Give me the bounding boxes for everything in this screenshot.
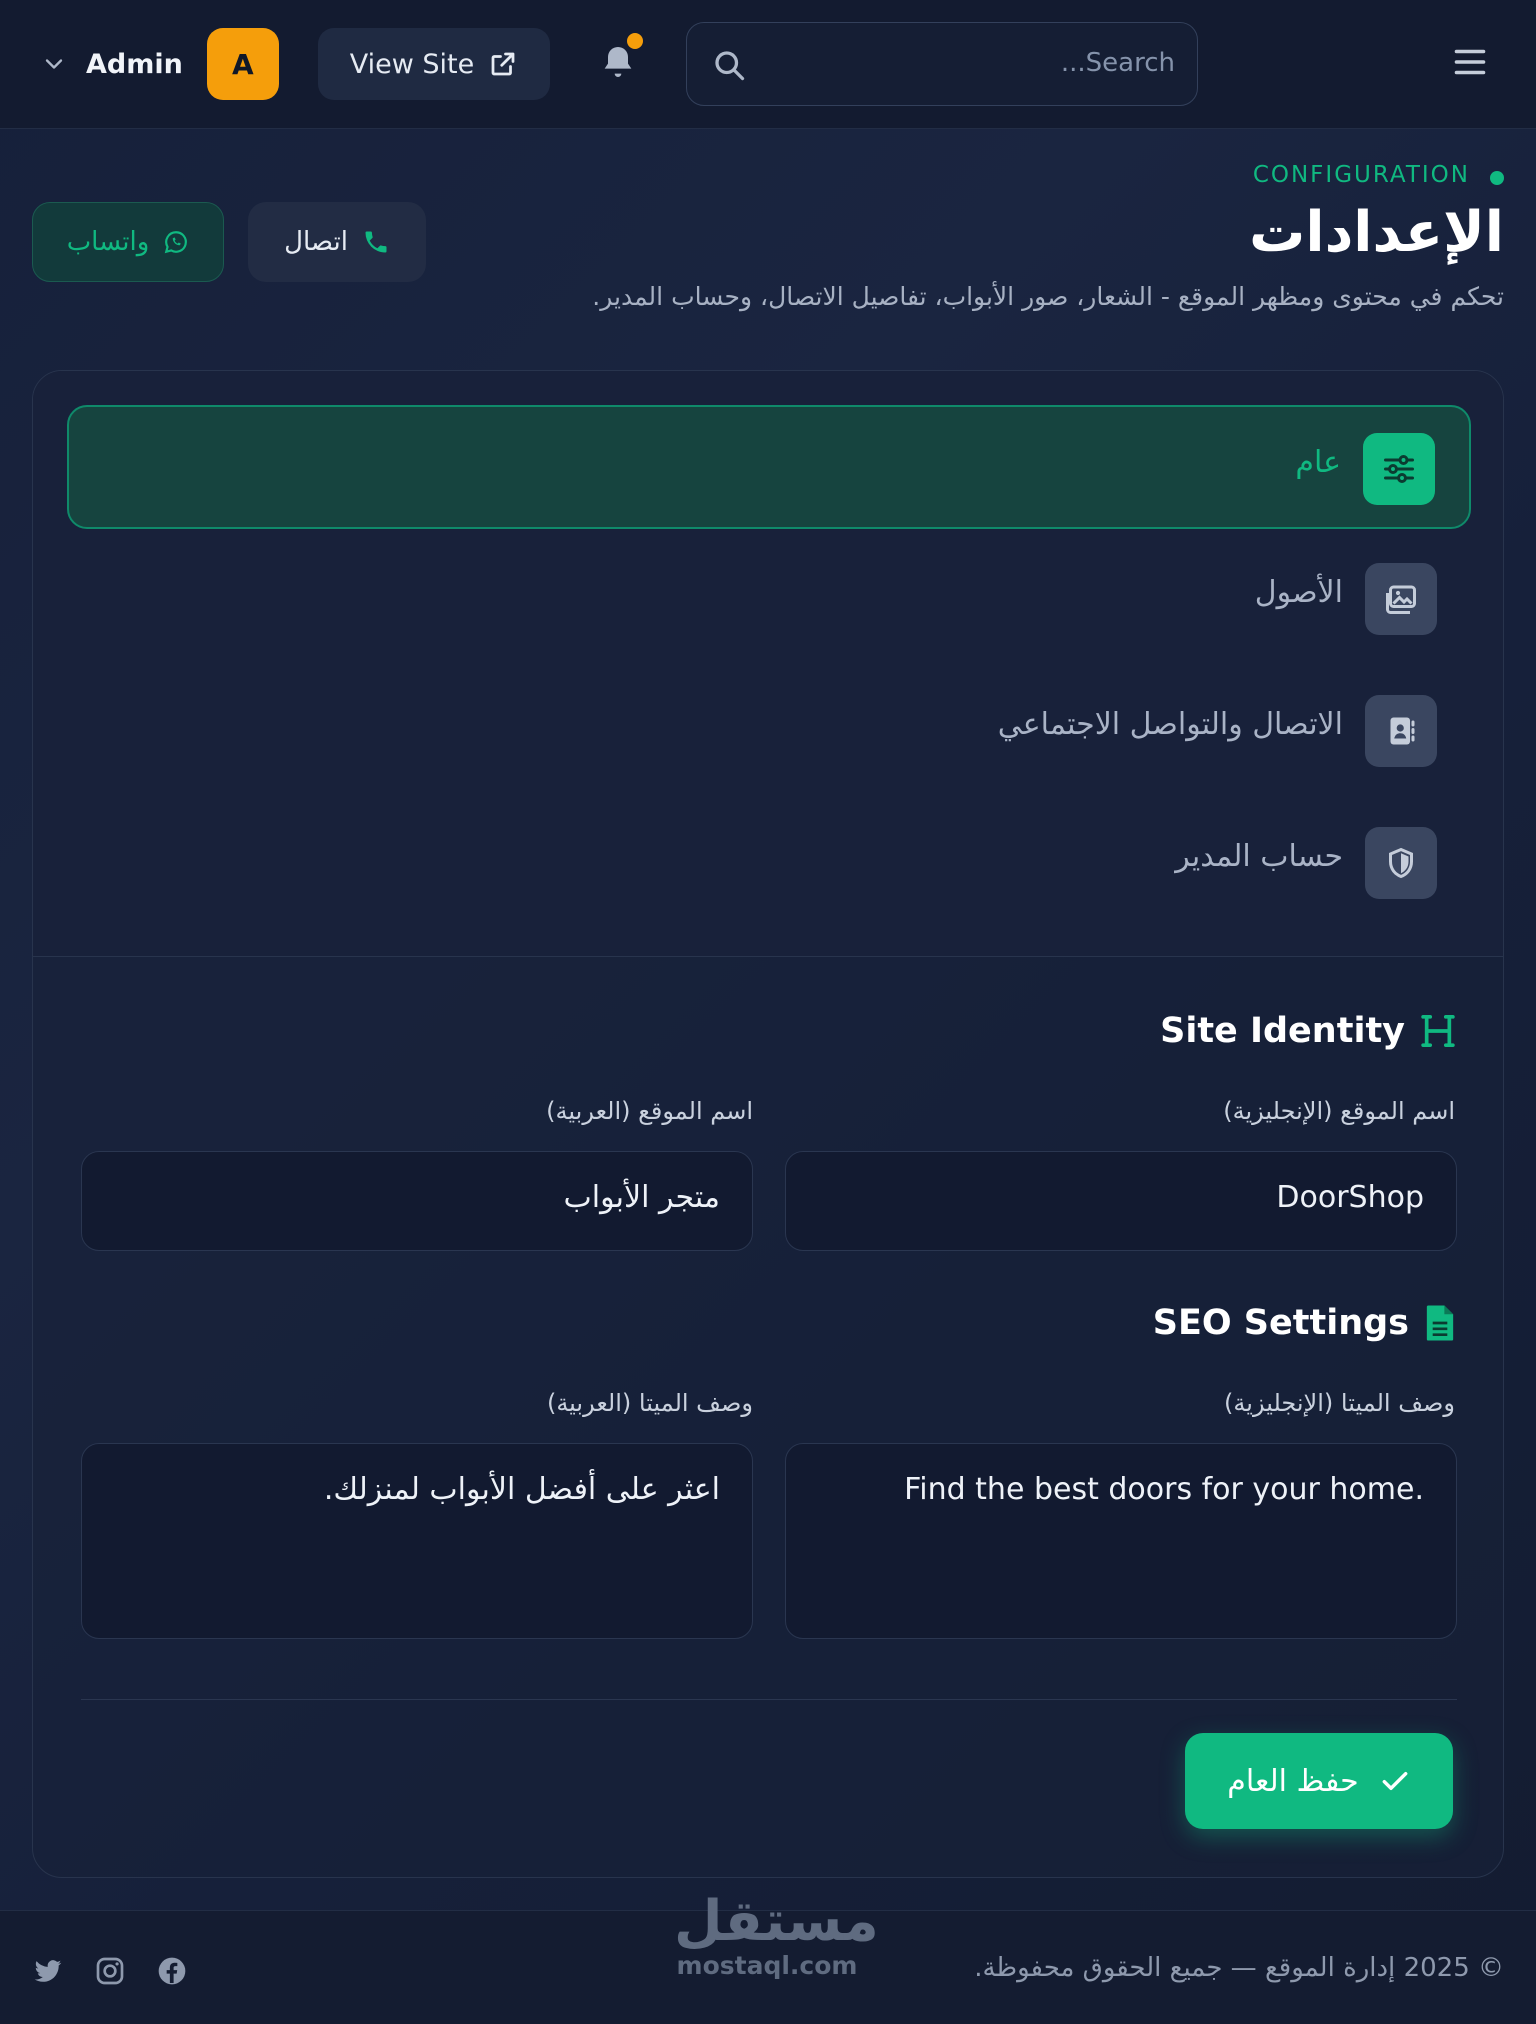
twitter-icon[interactable] bbox=[32, 1955, 64, 1987]
seo-settings-heading: SEO Settings bbox=[1153, 1303, 1455, 1343]
notification-dot bbox=[627, 33, 643, 49]
call-label: اتصال bbox=[284, 227, 348, 257]
save-general-button[interactable]: حفظ العام bbox=[1185, 1733, 1453, 1829]
meta-desc-ar-label: وصف الميتا (العربية) bbox=[546, 1389, 753, 1417]
tab-label: الأصول bbox=[1254, 575, 1343, 610]
meta-desc-en-value: .Find the best doors for your home bbox=[904, 1472, 1424, 1507]
search-box[interactable] bbox=[686, 22, 1198, 106]
images-icon bbox=[1365, 563, 1437, 635]
document-icon bbox=[1426, 1305, 1454, 1341]
search-icon bbox=[715, 51, 745, 81]
name-en-label: اسم الموقع (الإنجليزية) bbox=[1223, 1097, 1455, 1125]
shield-icon bbox=[1365, 827, 1437, 899]
page-title: الإعدادات bbox=[1249, 200, 1504, 265]
tab-label: حساب المدير bbox=[1175, 839, 1343, 874]
tab-assets[interactable]: الأصول bbox=[67, 537, 1471, 661]
admin-name: Admin bbox=[86, 48, 183, 80]
sliders-icon bbox=[1363, 433, 1435, 505]
meta-desc-en-textarea[interactable]: .Find the best doors for your home bbox=[785, 1443, 1457, 1639]
watermark-arabic: مستقل bbox=[674, 1889, 879, 1954]
page-eyebrow: CONFIGURATION bbox=[1252, 162, 1470, 188]
check-icon bbox=[1382, 1771, 1408, 1791]
meta-desc-ar-textarea[interactable]: اعثر على أفضل الأبواب لمنزلك. bbox=[81, 1443, 753, 1639]
section-title: Site Identity bbox=[1160, 1011, 1405, 1051]
contact-book-icon bbox=[1365, 695, 1437, 767]
external-link-icon bbox=[491, 52, 515, 76]
tab-general[interactable]: عام bbox=[67, 405, 1471, 529]
heading-icon bbox=[1421, 1014, 1455, 1048]
tab-label: عام bbox=[1295, 445, 1341, 480]
whatsapp-button[interactable]: واتساب bbox=[32, 202, 224, 282]
search-input[interactable] bbox=[767, 23, 1177, 103]
save-label: حفظ العام bbox=[1227, 1763, 1359, 1799]
status-dot bbox=[1490, 171, 1504, 185]
menu-icon[interactable] bbox=[1452, 44, 1488, 80]
instagram-icon[interactable] bbox=[94, 1955, 126, 1987]
view-site-label: View Site bbox=[349, 48, 475, 80]
watermark-domain: mostaql.com bbox=[676, 1951, 858, 1980]
section-title: SEO Settings bbox=[1152, 1303, 1409, 1343]
view-site-button[interactable]: View Site bbox=[318, 28, 550, 100]
top-header: Admin A View Site bbox=[0, 0, 1536, 129]
site-name-en-field[interactable]: DoorShop bbox=[785, 1151, 1457, 1251]
settings-tabs: عام الأصول الاتصال والتواصل الاجتماعي حس… bbox=[33, 371, 1503, 957]
phone-icon bbox=[365, 231, 387, 253]
admin-menu[interactable]: Admin A bbox=[40, 28, 279, 100]
avatar: A bbox=[206, 28, 279, 100]
site-name-ar-value: متجر الأبواب bbox=[563, 1180, 720, 1215]
site-name-ar-field[interactable]: متجر الأبواب bbox=[81, 1151, 753, 1251]
name-ar-label: اسم الموقع (العربية) bbox=[546, 1097, 753, 1125]
mostaql-watermark: مستقل mostaql.com bbox=[674, 1889, 879, 1980]
tab-admin-account[interactable]: حساب المدير bbox=[67, 801, 1471, 925]
page-subtitle: تحكم في محتوى ومظهر الموقع - الشعار، صور… bbox=[592, 282, 1504, 311]
site-identity-heading: Site Identity bbox=[1160, 1011, 1455, 1051]
facebook-icon[interactable] bbox=[156, 1955, 188, 1987]
settings-card: عام الأصول الاتصال والتواصل الاجتماعي حس… bbox=[32, 370, 1504, 1878]
whatsapp-icon bbox=[165, 231, 188, 254]
call-button[interactable]: اتصال bbox=[248, 202, 426, 282]
divider bbox=[81, 1699, 1457, 1700]
tab-label: الاتصال والتواصل الاجتماعي bbox=[997, 707, 1343, 742]
meta-desc-en-label: وصف الميتا (الإنجليزية) bbox=[1224, 1389, 1455, 1417]
whatsapp-label: واتساب bbox=[66, 227, 150, 257]
tab-contact-social[interactable]: الاتصال والتواصل الاجتماعي bbox=[67, 669, 1471, 793]
chevron-down-icon bbox=[45, 59, 63, 69]
site-name-en-value: DoorShop bbox=[1276, 1180, 1424, 1215]
footer-copyright: © 2025 إدارة الموقع — جميع الحقوق محفوظة… bbox=[974, 1953, 1504, 1983]
meta-desc-ar-value: اعثر على أفضل الأبواب لمنزلك. bbox=[323, 1472, 720, 1507]
